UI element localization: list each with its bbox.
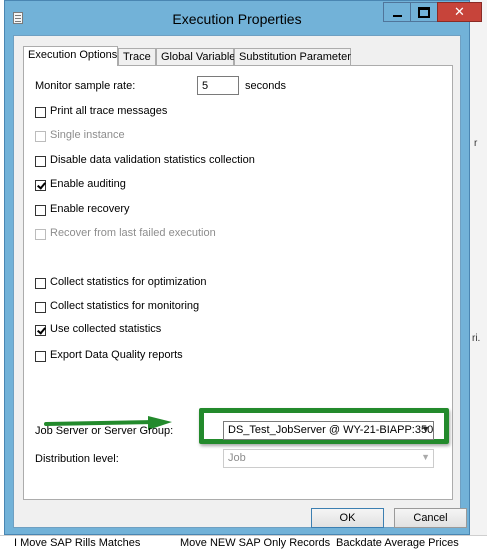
collect-stats-optimization-label[interactable]: Collect statistics for optimization [50,276,207,288]
job-server-select[interactable]: DS_Test_JobServer @ WY-21-BIAPP:350: ▼ [223,421,434,440]
job-server-value: DS_Test_JobServer @ WY-21-BIAPP:350: [228,424,434,436]
recover-last-failed-label: Recover from last failed execution [50,227,216,239]
enable-recovery-label[interactable]: Enable recovery [50,203,130,215]
single-instance-label: Single instance [50,129,125,141]
export-dq-reports-checkbox[interactable] [35,351,46,362]
chevron-down-icon: ▼ [421,452,430,462]
minimize-button[interactable] [383,2,410,22]
print-trace-label[interactable]: Print all trace messages [50,105,167,117]
monitor-sample-rate-label: Monitor sample rate: [35,80,136,92]
disable-validation-stats-checkbox[interactable] [35,156,46,167]
monitor-sample-rate-input[interactable] [197,76,239,95]
chevron-down-icon: ▼ [421,424,430,434]
tab-substitution-parameter[interactable]: Substitution Parameter [234,48,351,65]
dialog-client-area: Execution Options Trace Global Variable … [13,35,467,528]
export-dq-reports-label[interactable]: Export Data Quality reports [50,349,183,361]
title-bar[interactable]: Execution Properties ✕ [5,1,482,35]
execution-options-panel: Monitor sample rate: seconds Print all t… [23,65,453,500]
enable-recovery-checkbox[interactable] [35,205,46,216]
close-button[interactable]: ✕ [437,2,482,22]
execution-properties-dialog: Execution Properties ✕ Execution Options… [4,0,482,535]
maximize-button[interactable] [410,2,437,22]
background-item: Backdate Average Prices [336,537,459,549]
background-item: Move NEW SAP Only Records [180,537,331,549]
enable-auditing-label[interactable]: Enable auditing [50,178,126,190]
distribution-level-value: Job [228,452,246,464]
job-server-label: Job Server or Server Group: [35,425,174,437]
collect-stats-monitoring-checkbox[interactable] [35,302,46,313]
collect-stats-optimization-checkbox[interactable] [35,278,46,289]
background-app-panel: r ri. [469,0,487,548]
background-fragment: ri. [472,333,481,344]
disable-validation-stats-label[interactable]: Disable data validation statistics colle… [50,154,255,166]
background-item: I Move SAP Rills Matches [14,537,141,549]
distribution-level-label: Distribution level: [35,453,119,465]
background-fragment: r [474,138,478,149]
recover-last-failed-checkbox [35,229,46,240]
collect-stats-monitoring-label[interactable]: Collect statistics for monitoring [50,300,199,312]
close-icon: ✕ [454,4,465,19]
enable-auditing-checkbox[interactable] [35,180,46,191]
background-app-row: I Move SAP Rills Matches Move NEW SAP On… [0,535,487,549]
print-trace-checkbox[interactable] [35,107,46,118]
cancel-button[interactable]: Cancel [394,508,467,528]
use-collected-stats-checkbox[interactable] [35,325,46,336]
distribution-level-select: Job ▼ [223,449,434,468]
use-collected-stats-label[interactable]: Use collected statistics [50,323,161,335]
seconds-label: seconds [245,80,286,92]
tab-execution-options[interactable]: Execution Options [23,46,118,66]
tab-global-variable[interactable]: Global Variable [156,48,235,65]
ok-button[interactable]: OK [311,508,384,528]
tab-trace[interactable]: Trace [118,48,156,65]
single-instance-checkbox [35,131,46,142]
